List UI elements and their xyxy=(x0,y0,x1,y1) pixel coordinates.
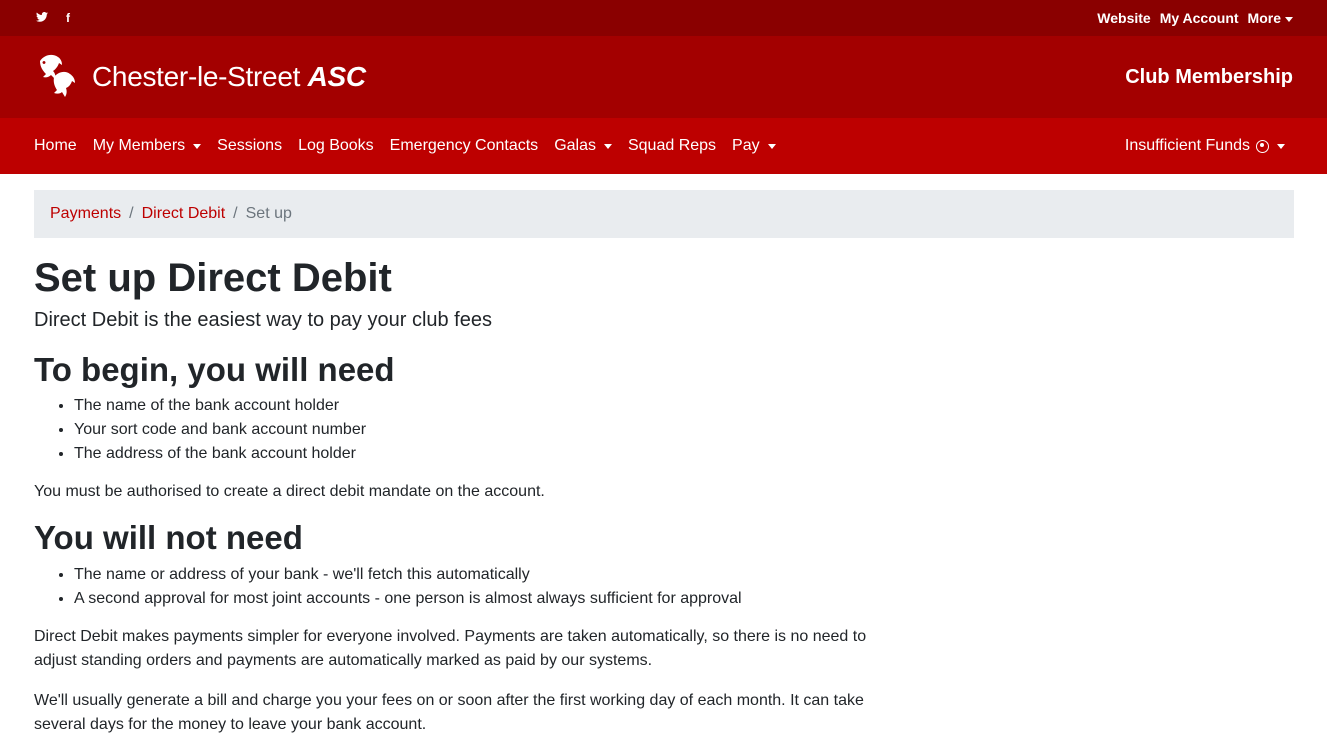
list-item: The name of the bank account holder xyxy=(74,394,874,418)
breadcrumb-current: Set up xyxy=(245,205,292,222)
nav-my-members-label: My Members xyxy=(92,137,186,154)
breadcrumb-separator: / xyxy=(129,205,134,222)
chevron-down-icon xyxy=(1277,143,1285,149)
nav-emergency-contacts[interactable]: Emergency Contacts xyxy=(382,137,547,155)
nav-log-books[interactable]: Log Books xyxy=(290,137,382,155)
list-item: A second approval for most joint account… xyxy=(74,587,874,611)
nav-sessions[interactable]: Sessions xyxy=(209,137,290,155)
page-lead: Direct Debit is the easiest way to pay y… xyxy=(34,309,492,331)
nav-sessions-label: Sessions xyxy=(217,137,283,154)
page-title: Set up Direct Debit xyxy=(34,256,392,300)
chevron-down-icon xyxy=(767,143,776,149)
club-name-abbr: ASC xyxy=(307,61,367,92)
breadcrumb-direct-debit[interactable]: Direct Debit xyxy=(142,205,226,223)
list-item: Your sort code and bank account number xyxy=(74,418,874,442)
nav-left: Home My Members Sessions Log Books Emerg… xyxy=(34,137,784,155)
top-bar: f Website My Account More xyxy=(0,0,1327,36)
nav-my-members[interactable]: My Members xyxy=(85,137,209,155)
chevron-down-icon xyxy=(193,143,202,149)
brand-bar: Chester-le-Street ASC Club Membership xyxy=(0,36,1327,118)
list-item: The name or address of your bank - we'll… xyxy=(74,563,874,587)
social-links: f xyxy=(36,11,70,25)
brand-home-link[interactable]: Chester-le-Street ASC xyxy=(34,51,366,103)
breadcrumb-separator: / xyxy=(233,205,238,222)
nav-home[interactable]: Home xyxy=(34,137,85,155)
info-paragraph: We'll usually generate a bill and charge… xyxy=(34,691,864,733)
nav-home-label: Home xyxy=(34,137,77,154)
website-link[interactable]: Website xyxy=(1097,10,1150,26)
nav-galas[interactable]: Galas xyxy=(546,137,620,155)
club-name: Chester-le-Street ASC xyxy=(92,61,366,93)
nav-emergency-contacts-label: Emergency Contacts xyxy=(389,137,539,154)
nav-pay[interactable]: Pay xyxy=(724,137,784,155)
club-membership-title[interactable]: Club Membership xyxy=(1125,66,1293,89)
nav-squad-reps-label: Squad Reps xyxy=(627,137,717,154)
top-links: Website My Account More xyxy=(1097,10,1293,26)
breadcrumb-payments[interactable]: Payments xyxy=(50,205,121,223)
club-name-main: Chester-le-Street xyxy=(92,61,308,92)
nav-pay-label: Pay xyxy=(732,137,760,154)
need-list: The name of the bank account holder Your… xyxy=(34,394,874,466)
list-item: The address of the bank account holder xyxy=(74,442,874,466)
main-nav: Home My Members Sessions Log Books Emerg… xyxy=(0,118,1327,174)
not-need-list: The name or address of your bank - we'll… xyxy=(34,563,874,611)
breadcrumb: Payments / Direct Debit / Set up xyxy=(34,190,1294,238)
user-menu-dropdown[interactable]: Insufficient Funds xyxy=(1117,137,1293,155)
chevron-down-icon xyxy=(603,143,612,149)
nav-galas-label: Galas xyxy=(554,137,596,154)
chevron-down-icon xyxy=(1285,16,1293,22)
my-account-link[interactable]: My Account xyxy=(1160,10,1239,26)
need-heading: To begin, you will need xyxy=(34,351,395,388)
nav-squad-reps[interactable]: Squad Reps xyxy=(620,137,724,155)
nav-log-books-label: Log Books xyxy=(298,137,374,154)
not-need-heading: You will not need xyxy=(34,519,303,557)
twitter-icon[interactable] xyxy=(36,11,48,25)
authorised-note: You must be authorised to create a direc… xyxy=(34,483,545,501)
nav-right: Insufficient Funds xyxy=(1117,137,1293,155)
dolphins-logo-icon xyxy=(40,54,75,97)
main-content: Set up Direct Debit Direct Debit is the … xyxy=(0,256,908,737)
facebook-icon[interactable]: f xyxy=(66,11,70,25)
more-label: More xyxy=(1247,10,1281,26)
more-dropdown[interactable]: More xyxy=(1248,10,1293,26)
info-paragraph: Direct Debit makes payments simpler for … xyxy=(34,627,867,669)
user-name: Insufficient Funds xyxy=(1124,137,1250,154)
user-circle-icon xyxy=(1256,139,1269,153)
